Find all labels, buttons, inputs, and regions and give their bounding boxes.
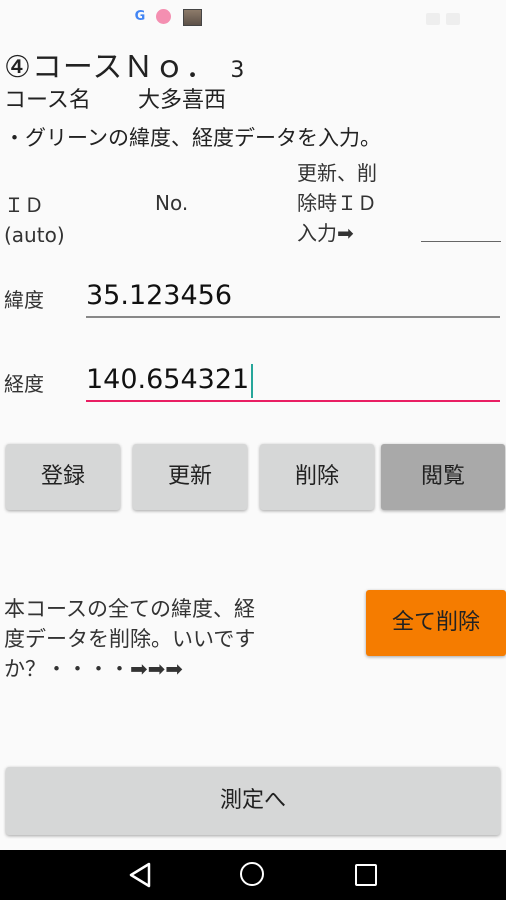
- longitude-input[interactable]: 140.654321: [86, 360, 500, 402]
- id-label-line2: (auto): [4, 223, 65, 247]
- status-bar: G: [0, 0, 506, 34]
- update-delete-id-label: 更新、削 除時ＩＤ 入力➡: [297, 158, 417, 248]
- longitude-label: 経度: [4, 372, 44, 396]
- latitude-label: 緯度: [4, 288, 44, 312]
- google-icon: G: [134, 9, 146, 24]
- update-label-line3: 入力➡: [297, 221, 354, 245]
- register-button[interactable]: 登録: [6, 444, 120, 510]
- confirm-line1: 本コースの全ての緯度、経: [4, 597, 255, 621]
- update-id-input[interactable]: [421, 205, 501, 242]
- page-title: ④コースＮｏ． 3: [4, 42, 245, 86]
- latitude-value: 35.123456: [86, 280, 233, 311]
- go-to-measure-button[interactable]: 測定へ: [6, 767, 500, 835]
- signal-icon: [426, 13, 440, 25]
- confirm-line2: 度データを削除。いいです: [4, 627, 256, 651]
- delete-all-confirm-text: 本コースの全ての緯度、経 度データを削除。いいです か？・・・・➡➡➡: [4, 594, 324, 684]
- home-icon[interactable]: [240, 862, 264, 886]
- latitude-input[interactable]: 35.123456: [86, 276, 500, 318]
- no-label: No.: [155, 191, 189, 215]
- id-label-line1: ＩＤ: [4, 193, 44, 217]
- back-icon[interactable]: [128, 862, 152, 888]
- longitude-value: 140.654321: [86, 364, 250, 395]
- update-label-line1: 更新、削: [297, 161, 377, 185]
- course-name-label: コース名: [4, 88, 91, 113]
- title-text: ④コースＮｏ．: [4, 50, 217, 85]
- update-button[interactable]: 更新: [133, 444, 247, 510]
- delete-button[interactable]: 削除: [260, 444, 374, 510]
- battery-icon: [446, 13, 460, 25]
- text-cursor: [251, 363, 254, 398]
- id-label: ＩＤ (auto): [4, 190, 84, 250]
- course-name: 大多喜西: [138, 88, 227, 113]
- image-icon: [183, 9, 202, 26]
- course-number: 3: [230, 58, 246, 83]
- browse-button[interactable]: 閲覧: [381, 444, 505, 510]
- notification-circle-icon: [156, 9, 171, 24]
- delete-all-button[interactable]: 全て削除: [366, 590, 506, 656]
- instruction-text: ・グリーンの緯度、経度データを入力。: [4, 126, 381, 150]
- confirm-line3: か？・・・・➡➡➡: [4, 657, 183, 681]
- recent-apps-icon[interactable]: [355, 864, 377, 886]
- system-status-icons: [420, 10, 490, 25]
- update-label-line2: 除時ＩＤ: [297, 191, 377, 215]
